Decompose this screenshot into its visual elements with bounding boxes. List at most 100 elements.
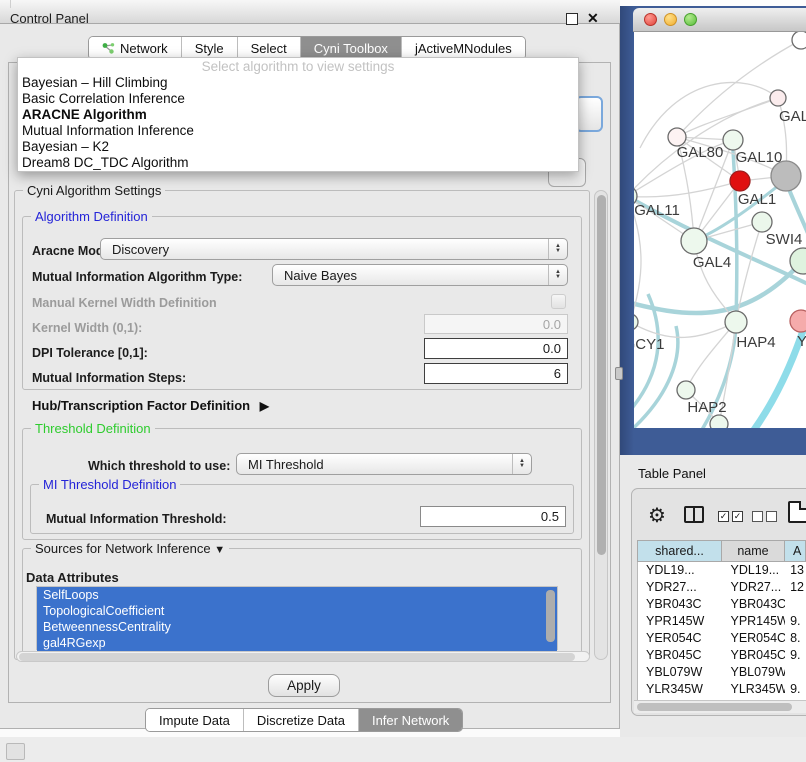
data-attributes-label: Data Attributes bbox=[26, 570, 119, 585]
tab-impute-data[interactable]: Impute Data bbox=[146, 709, 243, 731]
node-label: GAL11 bbox=[634, 202, 680, 219]
combo-stepper-icon: ▲▼ bbox=[548, 265, 567, 285]
kernel-width-label: Kernel Width (0,1): bbox=[32, 321, 142, 335]
node-gal10[interactable] bbox=[723, 130, 743, 150]
threshold-definition-title: Threshold Definition bbox=[31, 421, 155, 436]
dropdown-prompt: Select algorithm to view settings bbox=[18, 58, 578, 75]
network-icon bbox=[102, 42, 115, 55]
menu-item-aracne[interactable]: ARACNE Algorithm bbox=[18, 107, 578, 123]
node-gal4[interactable] bbox=[681, 228, 707, 254]
table-row[interactable]: YER054CYER054C8. bbox=[638, 630, 806, 647]
panel-divider-grip[interactable] bbox=[615, 367, 623, 380]
node-salmon[interactable] bbox=[790, 310, 806, 332]
table-row[interactable]: YBL079WYBL079W bbox=[638, 664, 806, 681]
network-canvas[interactable]: GAL GAL80 GAL10 GAL1 GAL11 SWI4 GAL4 GCY… bbox=[634, 32, 806, 428]
table-horizontal-scrollbar[interactable] bbox=[634, 700, 806, 713]
unchecked-columns-icon[interactable] bbox=[752, 511, 777, 522]
status-strip bbox=[0, 737, 806, 762]
collapsed-panel-icon[interactable] bbox=[6, 743, 25, 760]
node-label: Y bbox=[797, 333, 806, 350]
node-gal-clipped[interactable] bbox=[770, 90, 786, 106]
node-label: GAL80 bbox=[677, 144, 724, 161]
node-hap4[interactable] bbox=[725, 311, 747, 333]
menu-item-bayesian-hill-climbing[interactable]: Bayesian – Hill Climbing bbox=[18, 75, 578, 91]
menu-item-mutual-information[interactable]: Mutual Information Inference bbox=[18, 123, 578, 139]
list-scrollbar-thumb[interactable] bbox=[546, 590, 555, 642]
table-row[interactable]: YLR345WYLR345W9. bbox=[638, 681, 806, 698]
column-header-name[interactable]: name bbox=[722, 540, 785, 562]
expand-right-icon[interactable]: ▶ bbox=[260, 399, 269, 413]
apply-button[interactable]: Apply bbox=[268, 674, 340, 697]
window-edge-artifact bbox=[10, 0, 11, 8]
tab-style[interactable]: Style bbox=[181, 37, 237, 59]
settings-scrollbar-thumb[interactable] bbox=[597, 195, 606, 555]
mi-threshold-field[interactable]: 0.5 bbox=[420, 506, 566, 527]
tab-network-label: Network bbox=[120, 41, 168, 56]
menu-item-bayesian-k2[interactable]: Bayesian – K2 bbox=[18, 139, 578, 155]
table-hscrollbar-thumb[interactable] bbox=[637, 703, 792, 711]
settings-vertical-scrollbar[interactable] bbox=[594, 190, 608, 660]
tab-discretize-data[interactable]: Discretize Data bbox=[243, 709, 358, 731]
tab-network[interactable]: Network bbox=[89, 37, 181, 59]
network-window-titlebar[interactable] bbox=[633, 8, 806, 32]
node-unlabeled-bottom[interactable] bbox=[710, 415, 728, 428]
node-hap2[interactable] bbox=[677, 381, 695, 399]
file-icon[interactable] bbox=[788, 501, 806, 523]
network-graph: GAL GAL80 GAL10 GAL1 GAL11 SWI4 GAL4 GCY… bbox=[634, 32, 806, 428]
tab-select[interactable]: Select bbox=[237, 37, 300, 59]
node-label: GAL bbox=[779, 108, 806, 125]
table-row[interactable]: YPR145WYPR145W9. bbox=[638, 613, 806, 630]
close-traffic-light[interactable] bbox=[644, 13, 657, 26]
algorithm-combo-fragment[interactable] bbox=[575, 96, 603, 132]
tab-infer-network[interactable]: Infer Network bbox=[358, 709, 462, 731]
which-threshold-combo[interactable]: MI Threshold ▲▼ bbox=[236, 453, 532, 475]
list-item[interactable]: gal4RGexp bbox=[37, 635, 557, 651]
list-item[interactable]: SelfLoops bbox=[37, 587, 557, 603]
mi-type-combo[interactable]: Naive Bayes ▲▼ bbox=[272, 264, 568, 286]
table-row[interactable]: YBR045CYBR045C9. bbox=[638, 647, 806, 664]
hub-tf-definition-toggle[interactable]: Hub/Transcription Factor Definition ▶ bbox=[32, 398, 269, 413]
float-window-icon[interactable] bbox=[566, 13, 578, 25]
node-swi4[interactable] bbox=[752, 212, 772, 232]
gear-icon[interactable]: ⚙ bbox=[648, 503, 666, 528]
collapse-down-icon[interactable]: ▼ bbox=[214, 544, 225, 556]
control-panel-titlebar[interactable] bbox=[0, 0, 620, 24]
table-row[interactable]: YDL19...YDL19...13 bbox=[638, 562, 806, 579]
column-header-clipped[interactable]: A bbox=[785, 540, 806, 562]
manual-kernel-checkbox[interactable] bbox=[551, 294, 566, 309]
settings-group-title: Cyni Algorithm Settings bbox=[23, 183, 165, 198]
menu-item-basic-correlation[interactable]: Basic Correlation Inference bbox=[18, 91, 578, 107]
node-gcy1[interactable] bbox=[634, 314, 638, 330]
zoom-traffic-light[interactable] bbox=[684, 13, 697, 26]
application-root: Control Panel ✕ Network Style Select Cyn… bbox=[0, 0, 806, 762]
column-header-shared-name[interactable]: shared... bbox=[637, 540, 722, 562]
checked-columns-icon[interactable]: ✓ ✓ bbox=[718, 511, 743, 522]
mi-type-label: Mutual Information Algorithm Type: bbox=[32, 270, 242, 284]
table-row[interactable]: YBR043CYBR043C bbox=[638, 596, 806, 613]
combo-stepper-icon: ▲▼ bbox=[512, 454, 531, 474]
data-attributes-list[interactable]: SelfLoops TopologicalCoefficient Between… bbox=[36, 586, 558, 650]
bottom-tabbar: Impute Data Discretize Data Infer Networ… bbox=[145, 708, 463, 732]
mi-steps-field[interactable]: 6 bbox=[424, 363, 568, 384]
settings-hscrollbar-thumb[interactable] bbox=[19, 653, 575, 661]
network-nodes[interactable] bbox=[634, 32, 806, 428]
node-label: HAP2 bbox=[687, 399, 726, 416]
list-item[interactable]: BetweennessCentrality bbox=[37, 619, 557, 635]
node-unlabeled-top[interactable] bbox=[792, 32, 806, 49]
menu-item-dream8[interactable]: Dream8 DC_TDC Algorithm bbox=[18, 155, 578, 171]
aracne-mode-combo[interactable]: Discovery ▲▼ bbox=[100, 238, 568, 260]
kernel-width-field[interactable]: 0.0 bbox=[424, 314, 568, 334]
minimize-traffic-light[interactable] bbox=[664, 13, 677, 26]
table-body[interactable]: YDL19...YDL19...13 YDR27...YDR27...12 YB… bbox=[637, 562, 806, 700]
list-item[interactable]: TopologicalCoefficient bbox=[37, 603, 557, 619]
dpi-tolerance-field[interactable]: 0.0 bbox=[424, 338, 568, 359]
close-icon[interactable]: ✕ bbox=[587, 10, 599, 27]
table-row[interactable]: YDR27...YDR27...12 bbox=[638, 579, 806, 596]
split-columns-icon[interactable] bbox=[684, 506, 704, 523]
algorithm-definition-title: Algorithm Definition bbox=[31, 209, 152, 224]
node-gal1-red[interactable] bbox=[730, 171, 750, 191]
settings-horizontal-scrollbar[interactable] bbox=[16, 651, 590, 662]
tab-jactivemnodules[interactable]: jActiveMNodules bbox=[401, 37, 525, 59]
mi-threshold-label: Mutual Information Threshold: bbox=[46, 512, 227, 526]
tab-cyni-toolbox[interactable]: Cyni Toolbox bbox=[300, 37, 401, 59]
